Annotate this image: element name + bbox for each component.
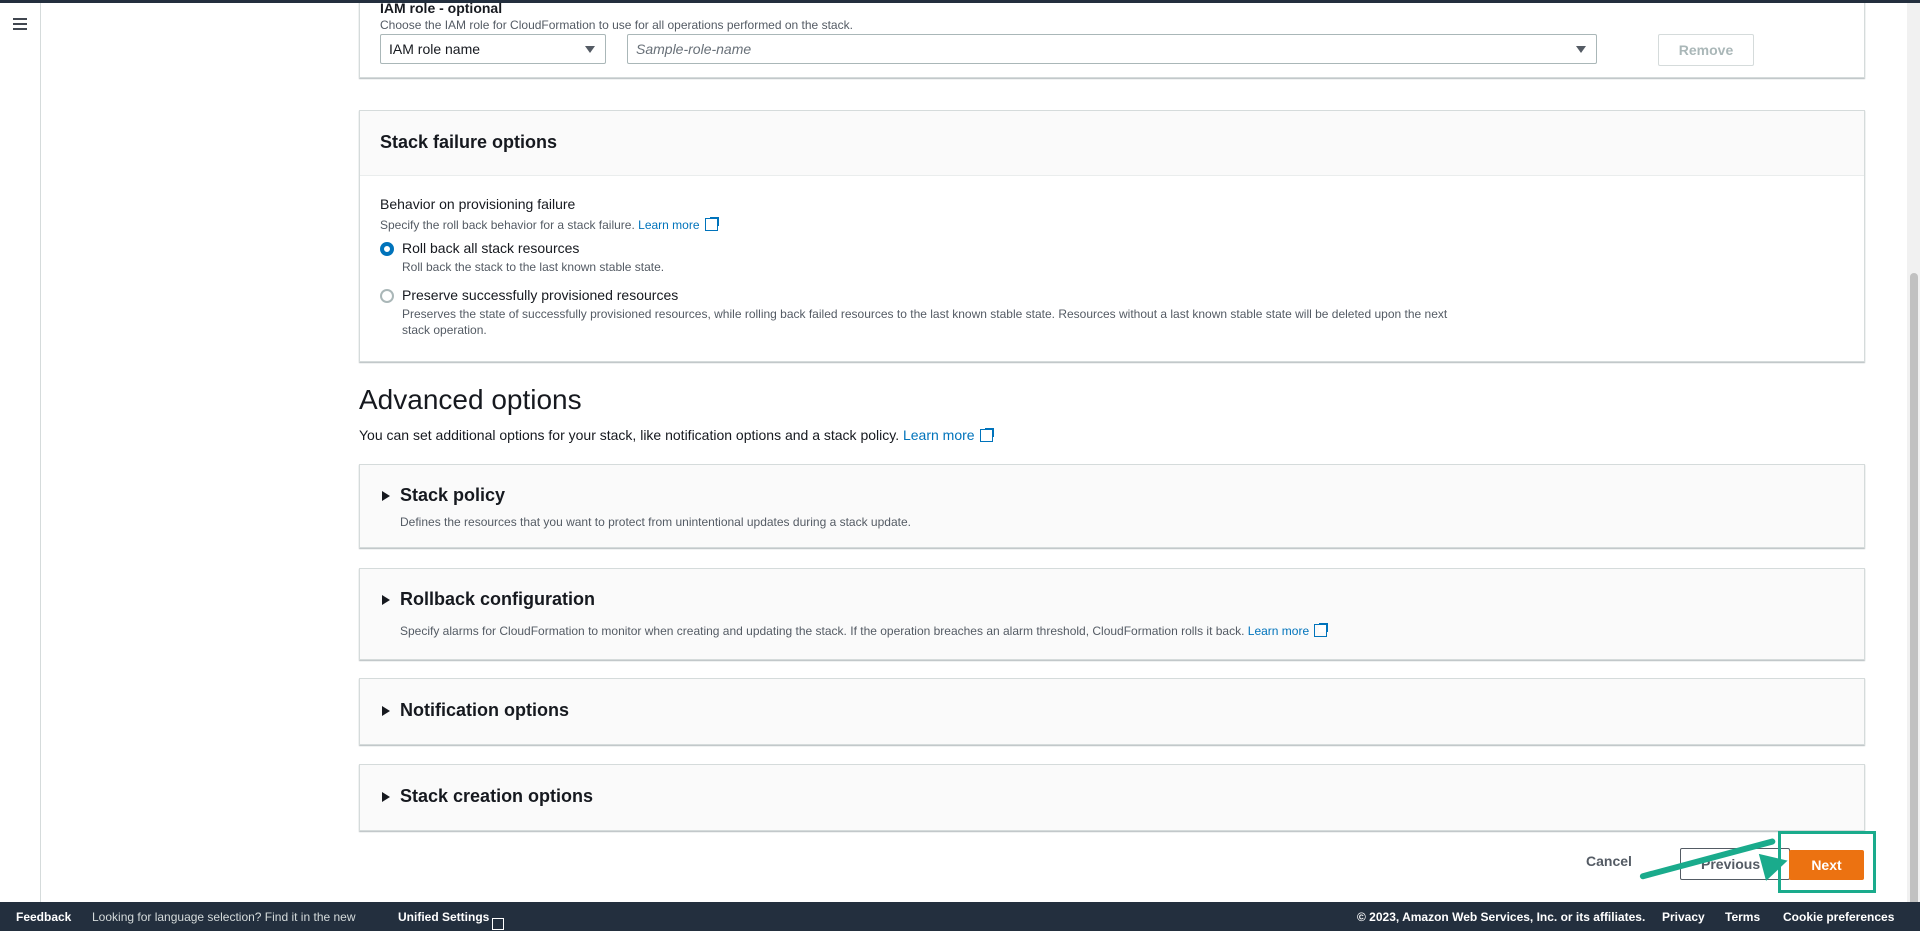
caret-right-icon[interactable] bbox=[382, 595, 390, 605]
failure-learn-more-link[interactable]: Learn more bbox=[638, 218, 699, 232]
advanced-options-description: You can set additional options for your … bbox=[359, 427, 994, 443]
notification-options-title[interactable]: Notification options bbox=[400, 700, 569, 721]
permissions-panel: IAM role - optional Choose the IAM role … bbox=[359, 3, 1865, 78]
radio-preserve-desc: Preserves the state of successfully prov… bbox=[402, 307, 1448, 337]
iam-role-name-placeholder: Sample-role-name bbox=[636, 41, 752, 57]
rollback-config-desc: Specify alarms for CloudFormation to mon… bbox=[400, 623, 1329, 638]
remove-button[interactable]: Remove bbox=[1658, 34, 1754, 66]
external-link-icon bbox=[1314, 623, 1329, 637]
radio-rollback-all-desc: Roll back the stack to the last known st… bbox=[402, 260, 665, 274]
caret-right-icon[interactable] bbox=[382, 792, 390, 802]
copyright-text: © 2023, Amazon Web Services, Inc. or its… bbox=[1357, 910, 1646, 924]
radio-checked-icon[interactable] bbox=[380, 242, 394, 256]
behavior-label: Behavior on provisioning failure bbox=[380, 196, 576, 212]
iam-role-name-select[interactable]: Sample-role-name bbox=[627, 34, 1597, 64]
iam-role-type-select[interactable]: IAM role name bbox=[380, 34, 606, 64]
scrollbar-thumb[interactable] bbox=[1910, 273, 1918, 923]
stack-policy-section[interactable]: Stack policy Defines the resources that … bbox=[359, 464, 1865, 548]
radio-preserve-label: Preserve successfully provisioned resour… bbox=[402, 287, 679, 303]
cookie-preferences-link[interactable]: Cookie preferences bbox=[1783, 910, 1894, 924]
behavior-description: Specify the roll back behavior for a sta… bbox=[380, 217, 719, 232]
terms-link[interactable]: Terms bbox=[1725, 910, 1760, 924]
privacy-link[interactable]: Privacy bbox=[1662, 910, 1705, 924]
external-link-icon bbox=[492, 918, 505, 930]
stack-creation-options-title[interactable]: Stack creation options bbox=[400, 786, 593, 807]
external-link-icon bbox=[979, 428, 994, 442]
console-footer: Feedback Looking for language selection?… bbox=[0, 902, 1920, 931]
radio-rollback-all-label: Roll back all stack resources bbox=[402, 240, 580, 256]
external-link-icon bbox=[704, 217, 719, 231]
language-prompt: Looking for language selection? Find it … bbox=[92, 910, 356, 924]
caret-right-icon[interactable] bbox=[382, 706, 390, 716]
notification-options-section[interactable]: Notification options bbox=[359, 678, 1865, 745]
unified-settings-link[interactable]: Unified Settings bbox=[398, 910, 505, 930]
caret-right-icon[interactable] bbox=[382, 491, 390, 501]
stack-policy-title[interactable]: Stack policy bbox=[400, 485, 505, 506]
stack-creation-options-section[interactable]: Stack creation options bbox=[359, 764, 1865, 831]
advanced-options-desc-text: You can set additional options for your … bbox=[359, 427, 900, 443]
advanced-learn-more-link[interactable]: Learn more bbox=[903, 427, 975, 443]
side-navigation bbox=[0, 3, 41, 902]
annotation-highlight-box bbox=[1778, 831, 1876, 893]
stack-policy-desc: Defines the resources that you want to p… bbox=[400, 515, 911, 529]
behavior-description-text: Specify the roll back behavior for a sta… bbox=[380, 218, 635, 232]
page-scrollbar[interactable] bbox=[1907, 3, 1920, 923]
stack-failure-title: Stack failure options bbox=[360, 111, 1864, 176]
iam-role-title: IAM role - optional bbox=[380, 3, 503, 16]
iam-role-type-value: IAM role name bbox=[389, 41, 481, 57]
unified-settings-label: Unified Settings bbox=[398, 910, 490, 924]
iam-role-description: Choose the IAM role for CloudFormation t… bbox=[380, 18, 853, 32]
menu-icon[interactable] bbox=[13, 18, 27, 30]
radio-unchecked-icon[interactable] bbox=[380, 289, 394, 303]
feedback-link[interactable]: Feedback bbox=[16, 910, 71, 924]
advanced-options-title: Advanced options bbox=[359, 384, 582, 415]
caret-down-icon bbox=[585, 46, 595, 53]
cancel-button[interactable]: Cancel bbox=[1586, 853, 1632, 869]
rollback-config-title[interactable]: Rollback configuration bbox=[400, 589, 595, 610]
main-content: IAM role - optional Choose the IAM role … bbox=[41, 3, 1907, 902]
rollback-config-section[interactable]: Rollback configuration Specify alarms fo… bbox=[359, 568, 1865, 660]
rollback-config-desc-text: Specify alarms for CloudFormation to mon… bbox=[400, 624, 1245, 638]
caret-down-icon bbox=[1576, 46, 1586, 53]
rollback-learn-more-link[interactable]: Learn more bbox=[1248, 624, 1309, 638]
stack-failure-panel: Stack failure options Behavior on provis… bbox=[359, 110, 1865, 362]
